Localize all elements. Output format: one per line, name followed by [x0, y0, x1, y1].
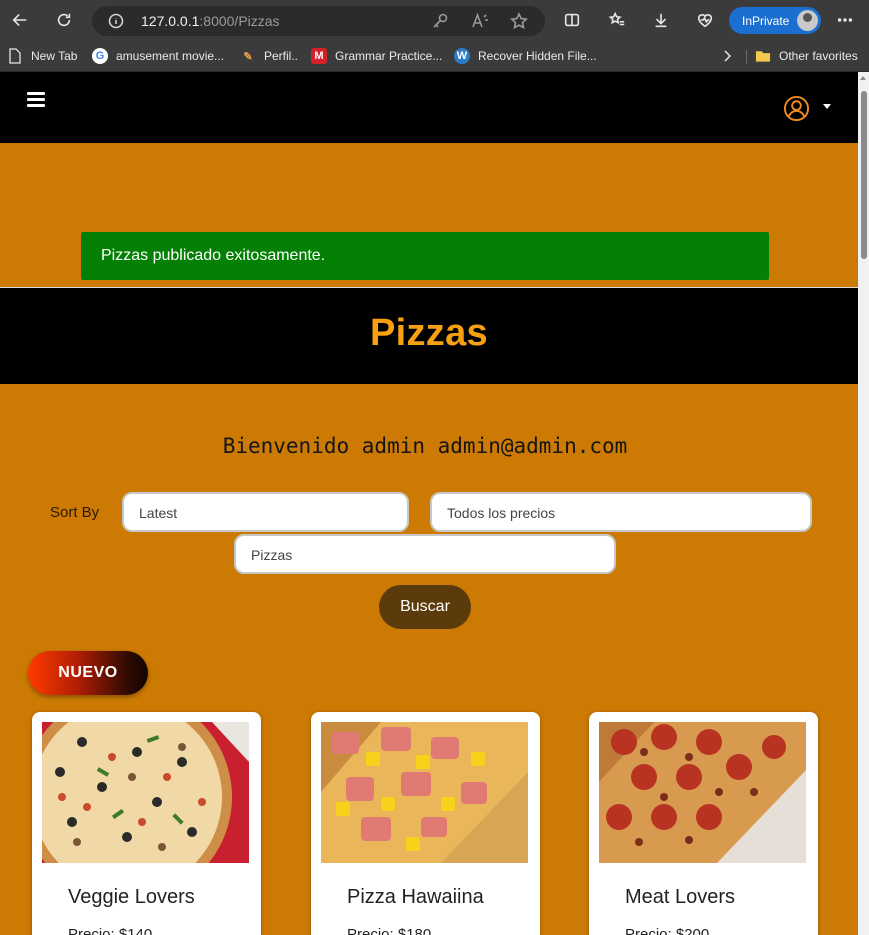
inprivate-button[interactable]: InPrivate — [729, 7, 821, 34]
more-options-icon[interactable] — [834, 9, 856, 31]
product-image — [599, 722, 806, 863]
bookmarks-bar: New Tab G amusement movie... ✎ Perfil.. … — [0, 40, 869, 72]
product-name[interactable]: Veggie Lovers — [68, 886, 195, 909]
sort-select[interactable]: Latest — [122, 492, 409, 532]
bookmark-label: New Tab — [31, 49, 78, 63]
new-badge: NUEVO — [28, 651, 148, 695]
bookmark-label: Recover Hidden File... — [478, 49, 597, 63]
url-text[interactable]: 127.0.0.1:8000/Pizzas — [141, 13, 280, 29]
menu-icon[interactable] — [27, 92, 45, 107]
download-icon[interactable] — [650, 9, 672, 31]
bookmark-label: amusement movie... — [116, 49, 225, 63]
product-image — [42, 722, 249, 863]
product-card-pizza-hawaiina[interactable]: Pizza Hawaiina Precio: $180 — [311, 712, 540, 935]
scrollbar-thumb[interactable] — [861, 91, 867, 259]
category-select[interactable]: Pizzas — [234, 534, 616, 574]
product-card-veggie-lovers[interactable]: Veggie Lovers Precio: $140 — [32, 712, 261, 935]
browser-essentials-icon[interactable] — [694, 9, 716, 31]
wordpress-icon: W — [454, 48, 470, 64]
info-icon[interactable] — [108, 13, 124, 34]
key-icon[interactable] — [431, 12, 449, 35]
price-select[interactable]: Todos los precios — [430, 492, 812, 532]
success-alert: Pizzas publicado exitosamente. — [81, 232, 769, 280]
user-profile-icon[interactable] — [783, 95, 810, 122]
product-card-meat-lovers[interactable]: Meat Lovers Precio: $200 — [589, 712, 818, 935]
page-title: Pizzas — [370, 312, 488, 354]
google-icon: G — [92, 48, 108, 64]
product-name[interactable]: Pizza Hawaiina — [347, 886, 484, 909]
page-icon — [7, 48, 23, 64]
read-aloud-icon[interactable] — [471, 12, 489, 35]
bookmarks-divider — [746, 50, 747, 64]
search-button[interactable]: Buscar — [379, 585, 471, 629]
bookmark-recover[interactable]: W Recover Hidden File... — [454, 47, 597, 65]
profile-avatar — [797, 10, 818, 31]
title-band: Pizzas — [0, 287, 858, 384]
other-favorites-label: Other favorites — [779, 49, 858, 63]
bookmark-new-tab[interactable]: New Tab — [7, 47, 77, 65]
scroll-up-icon[interactable] — [860, 76, 866, 80]
product-price: Precio: $180 — [347, 926, 432, 935]
browser-toolbar: 127.0.0.1:8000/Pizzas InPrivate — [0, 0, 869, 40]
bookmark-perfil[interactable]: ✎ Perfil.. — [240, 47, 298, 65]
inprivate-label: InPrivate — [742, 14, 790, 28]
chevron-down-icon[interactable] — [823, 104, 831, 109]
pen-icon: ✎ — [243, 50, 253, 63]
favorites-icon[interactable] — [606, 9, 628, 31]
bookmarks-overflow-icon[interactable] — [722, 47, 732, 65]
star-icon[interactable] — [509, 12, 529, 35]
m-icon: M — [311, 48, 327, 64]
product-name[interactable]: Meat Lovers — [625, 886, 735, 909]
address-bar[interactable]: 127.0.0.1:8000/Pizzas — [92, 6, 545, 36]
bookmark-amusement[interactable]: G amusement movie... — [92, 47, 224, 65]
sort-label: Sort By — [50, 504, 100, 521]
bookmark-label: Perfil.. — [264, 49, 299, 63]
folder-icon — [755, 48, 771, 64]
product-price: Precio: $200 — [625, 926, 710, 935]
bookmark-label: Grammar Practice... — [335, 49, 443, 63]
refresh-icon[interactable] — [53, 9, 75, 31]
back-arrow-icon[interactable] — [9, 9, 31, 31]
other-favorites[interactable]: Other favorites — [755, 47, 858, 65]
product-image — [321, 722, 528, 863]
bookmark-grammar[interactable]: M Grammar Practice... — [311, 47, 442, 65]
product-price: Precio: $140 — [68, 926, 153, 935]
site-navbar — [0, 72, 858, 143]
welcome-message: Bienvenido admin admin@admin.com — [222, 434, 628, 458]
split-screen-icon[interactable] — [561, 9, 583, 31]
